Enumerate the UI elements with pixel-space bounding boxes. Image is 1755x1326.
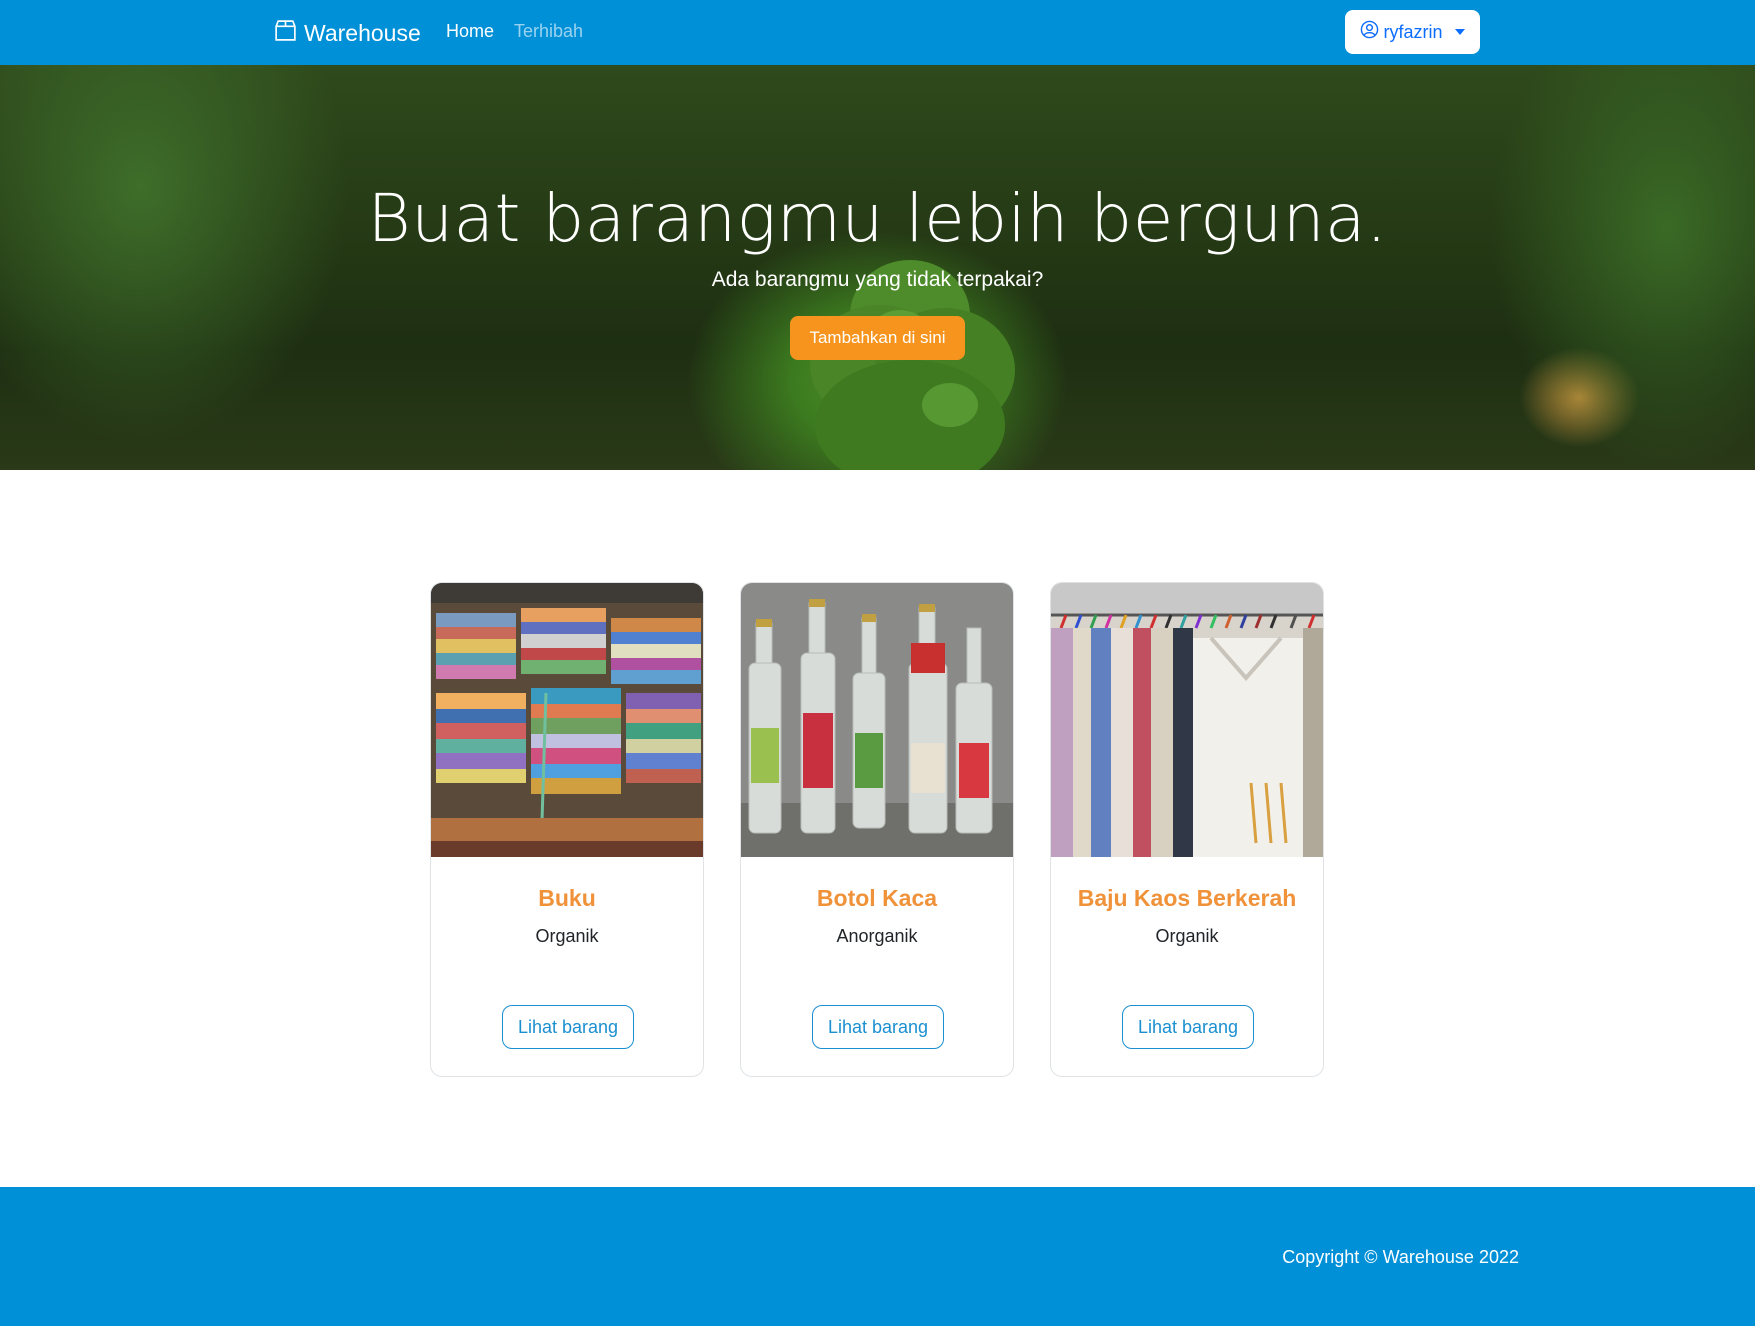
- item-image-books: [431, 583, 703, 857]
- item-card: Botol Kaca Anorganik Lihat barang: [740, 582, 1014, 1077]
- copyright-text: Copyright © Warehouse 2022: [1282, 1247, 1519, 1267]
- item-name: Baju Kaos Berkerah: [1077, 885, 1297, 911]
- user-menu-button[interactable]: ryfazrin: [1345, 10, 1480, 54]
- view-item-button[interactable]: Lihat barang: [812, 1005, 944, 1049]
- hero-subtitle: Ada barangmu yang tidak terpakai?: [711, 268, 1044, 291]
- item-category: Anorganik: [836, 926, 918, 946]
- item-name: Botol Kaca: [816, 885, 938, 911]
- view-item-button[interactable]: Lihat barang: [502, 1005, 634, 1049]
- user-name: ryfazrin: [1383, 21, 1443, 42]
- item-card: Buku Organik Lihat barang: [430, 582, 704, 1077]
- hero-title: Buat barangmu lebih berguna.: [367, 180, 1388, 257]
- brand-name: Warehouse: [304, 19, 421, 46]
- nav-home[interactable]: Home: [446, 21, 494, 42]
- item-category: Organik: [1155, 926, 1219, 946]
- item-category: Organik: [535, 926, 599, 946]
- hero-banner: Buat barangmu lebih berguna. Ada barangm…: [0, 65, 1755, 470]
- nav-terhibah[interactable]: Terhibah: [514, 21, 583, 42]
- item-card: Baju Kaos Berkerah Organik Lihat barang: [1050, 582, 1324, 1077]
- user-circle-icon: [1360, 20, 1379, 44]
- item-name: Buku: [538, 885, 596, 911]
- item-image-shirts: [1051, 583, 1323, 857]
- navbar: Warehouse Home Terhibah ryfazrin: [0, 0, 1755, 65]
- box-icon: [273, 18, 298, 49]
- add-item-button[interactable]: Tambahkan di sini: [790, 316, 965, 360]
- brand-link[interactable]: Warehouse: [273, 18, 421, 48]
- item-image-bottles: [741, 583, 1013, 857]
- footer: Copyright © Warehouse 2022: [0, 1187, 1755, 1326]
- view-item-button[interactable]: Lihat barang: [1122, 1005, 1254, 1049]
- chevron-down-icon: [1454, 29, 1465, 35]
